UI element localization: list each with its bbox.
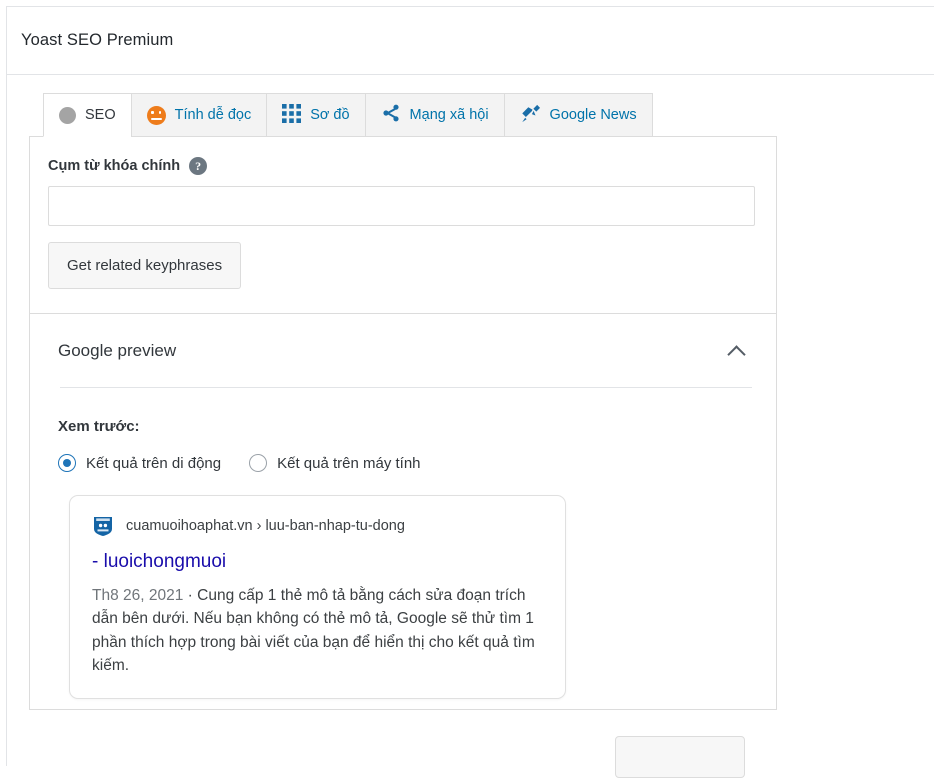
serp-description: Th8 26, 2021 · Cung cấp 1 thẻ mô tả bằng…: [92, 584, 543, 678]
tab-readability[interactable]: Tính dễ đọc: [130, 93, 267, 137]
grey-circle-icon: [59, 106, 76, 124]
tab-readability-label: Tính dễ đọc: [174, 106, 252, 123]
serp-url: cuamuoihoaphat.vn › luu-ban-nhap-tu-dong: [126, 518, 405, 534]
google-preview-header[interactable]: Google preview: [58, 340, 758, 362]
serp-title[interactable]: - luoichongmuoi: [92, 550, 543, 575]
tab-panel-seo: Cụm từ khóa chính ? Get related keyphras…: [29, 136, 777, 710]
grid-icon: [282, 103, 302, 127]
orange-face-icon: [146, 105, 166, 125]
serp-url-row: cuamuoihoaphat.vn › luu-ban-nhap-tu-dong: [92, 515, 543, 537]
megaphone-icon: [520, 103, 541, 128]
metabox-header: Yoast SEO Premium: [7, 7, 934, 75]
radio-desktop-mark[interactable]: [249, 454, 268, 472]
google-preview-section: Google preview Xem trước: Kết quả trên d…: [30, 314, 776, 709]
radio-mobile-mark[interactable]: [58, 454, 76, 472]
serp-preview-card: cuamuoihoaphat.vn › luu-ban-nhap-tu-dong…: [69, 495, 566, 699]
tab-schema[interactable]: Sơ đồ: [266, 93, 365, 137]
tab-seo[interactable]: SEO: [43, 93, 131, 137]
tab-google-news-label: Google News: [549, 106, 637, 123]
get-related-keyphrases-button[interactable]: Get related keyphrases: [48, 242, 242, 289]
radio-desktop-label: Kết quả trên máy tính: [277, 454, 421, 472]
radio-mobile-label: Kết quả trên di động: [86, 454, 222, 472]
section-divider: [60, 387, 752, 388]
tab-social-label: Mạng xã hội: [409, 106, 489, 123]
keyphrase-section: Cụm từ khóa chính ? Get related keyphras…: [30, 137, 776, 314]
share-icon: [381, 103, 401, 127]
bottom-partial-button[interactable]: [615, 736, 745, 778]
tab-google-news[interactable]: Google News: [503, 93, 653, 137]
radio-mobile-result[interactable]: Kết quả trên di động: [58, 454, 221, 472]
serp-separator: ·: [183, 586, 193, 604]
serp-date: Th8 26, 2021: [92, 586, 184, 604]
keyphrase-label: Cụm từ khóa chính: [48, 158, 181, 174]
yoast-seo-metabox: Yoast SEO Premium SEO Tính dễ đọc Sơ đồ …: [6, 6, 934, 778]
tab-bar: SEO Tính dễ đọc Sơ đồ Mạng xã hội Google…: [43, 93, 934, 137]
tab-social[interactable]: Mạng xã hội: [364, 93, 504, 137]
google-preview-title: Google preview: [58, 341, 177, 360]
help-circle-icon[interactable]: ?: [189, 157, 208, 175]
tab-schema-label: Sơ đồ: [310, 106, 350, 123]
preview-mode-label: Xem trước:: [58, 418, 140, 435]
radio-desktop-result[interactable]: Kết quả trên máy tính: [249, 454, 421, 472]
tab-seo-label: SEO: [85, 106, 116, 123]
page-title: Yoast SEO Premium: [21, 31, 174, 49]
site-shield-favicon: [92, 515, 114, 537]
keyphrase-input[interactable]: [48, 186, 755, 226]
preview-mode-radio-group: Kết quả trên di động Kết quả trên máy tí…: [58, 454, 758, 472]
keyphrase-label-row: Cụm từ khóa chính ?: [48, 157, 758, 175]
tab-bar-wrapper: SEO Tính dễ đọc Sơ đồ Mạng xã hội Google…: [7, 93, 934, 137]
chevron-up-icon[interactable]: [726, 340, 748, 362]
